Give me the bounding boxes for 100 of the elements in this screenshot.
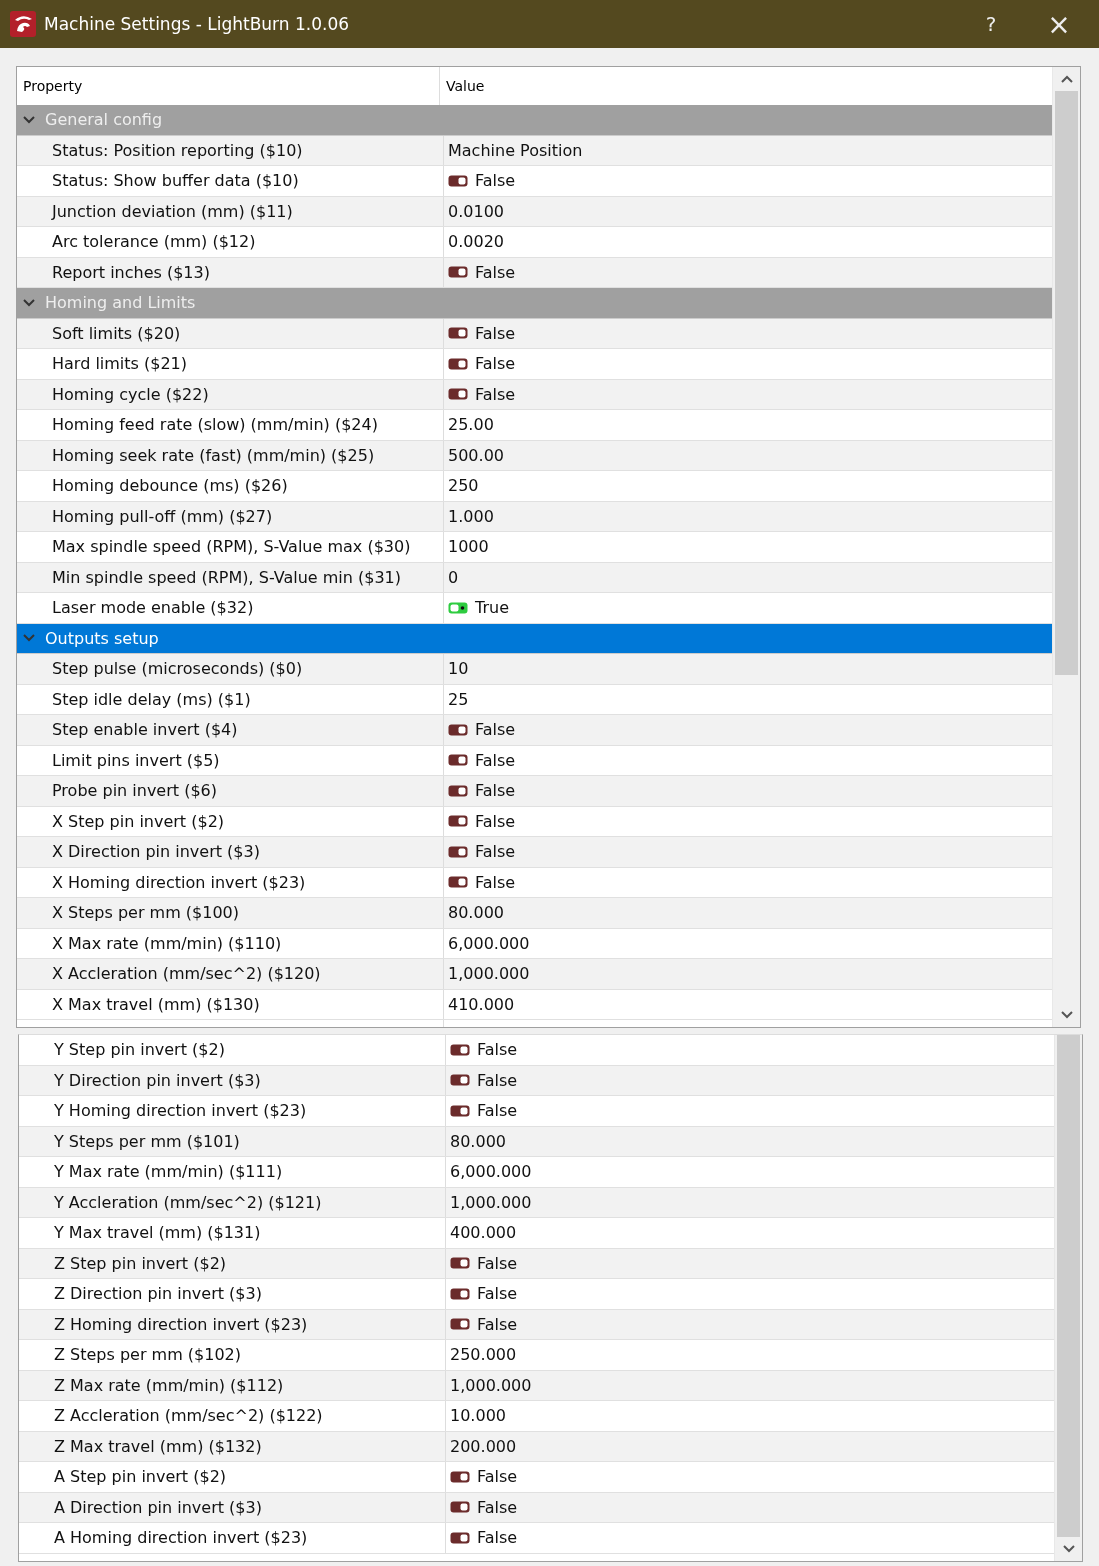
value-text: 200.000 (450, 1436, 517, 1456)
toggle-icon[interactable] (448, 784, 468, 797)
property-name: Laser mode enable ($32) (17, 593, 444, 623)
value-text: 6,000.000 (450, 1162, 532, 1182)
value-text: False (477, 1528, 518, 1548)
property-name: Homing cycle ($22) (17, 379, 444, 409)
value-text: 1,000.000 (450, 1192, 532, 1212)
scroll-down-icon[interactable] (1060, 1011, 1073, 1019)
toggle-icon[interactable] (448, 876, 468, 889)
property-name: Status: Position reporting ($10) (17, 135, 444, 165)
property-name: Y Max rate (mm/min) ($111) (19, 1157, 446, 1187)
value-text: 1,000.000 (448, 964, 530, 984)
property-name: A Step pin invert ($2) (19, 1462, 446, 1492)
property-name: X Max travel (mm) ($130) (17, 989, 444, 1019)
chevron-icon[interactable] (23, 113, 35, 126)
property-name: X Step pin invert ($2) (17, 806, 444, 836)
scrollbar[interactable] (1054, 1035, 1082, 1561)
category-row[interactable]: Outputs setup (17, 623, 1052, 654)
value-text: 1000 (448, 537, 489, 557)
value-text: False (475, 354, 516, 374)
chevron-icon[interactable] (23, 296, 35, 309)
property-name: Soft limits ($20) (17, 318, 444, 348)
scroll-down-icon[interactable] (1062, 1545, 1075, 1553)
toggle-icon[interactable] (448, 845, 468, 858)
toggle-icon[interactable] (450, 1043, 470, 1056)
property-name: Step pulse (microseconds) ($0) (17, 654, 444, 684)
toggle-icon[interactable] (448, 266, 468, 279)
app-logo-icon (10, 11, 36, 37)
property-name: X Homing direction invert ($23) (17, 867, 444, 897)
value-text: False (475, 750, 516, 770)
scrollbar[interactable] (1052, 67, 1080, 1027)
toggle-icon[interactable] (450, 1287, 470, 1300)
property-name: Z Max travel (mm) ($132) (19, 1431, 446, 1461)
property-name: Z Accleration (mm/sec^2) ($122) (19, 1401, 446, 1431)
property-name: Homing debounce (ms) ($26) (17, 471, 444, 501)
value-text: False (477, 1467, 518, 1487)
value-text: False (475, 262, 516, 282)
property-name: X Direction pin invert ($3) (17, 837, 444, 867)
value-text: False (475, 842, 516, 862)
toggle-icon[interactable] (450, 1074, 470, 1087)
toggle-icon[interactable] (450, 1531, 470, 1544)
value-text: False (477, 1497, 518, 1517)
value-text: 1.000 (448, 506, 494, 526)
property-name: Z Direction pin invert ($3) (19, 1279, 446, 1309)
property-name: Homing feed rate (slow) (mm/min) ($24) (17, 410, 444, 440)
value-text: False (475, 171, 516, 191)
property-name: Z Homing direction invert ($23) (19, 1309, 446, 1339)
value-text: 410.000 (448, 994, 515, 1014)
value-text: 250 (448, 476, 479, 496)
property-name: A Homing direction invert ($23) (19, 1523, 446, 1553)
category-label: General config (45, 110, 163, 130)
scroll-up-icon[interactable] (1060, 75, 1073, 83)
toggle-icon[interactable] (448, 723, 468, 736)
property-name: X Accleration (mm/sec^2) ($120) (17, 959, 444, 989)
property-name: Step idle delay (ms) ($1) (17, 684, 444, 714)
value-text: 0.0100 (448, 201, 504, 221)
property-name: X Max rate (mm/min) ($110) (17, 928, 444, 958)
toggle-icon[interactable] (450, 1501, 470, 1514)
toggle-icon[interactable] (448, 754, 468, 767)
toggle-icon[interactable] (448, 601, 468, 614)
help-button[interactable]: ? (961, 11, 1021, 37)
property-name: X Steps per mm ($100) (17, 898, 444, 928)
property-name: Arc tolerance (mm) ($12) (17, 227, 444, 257)
toggle-icon[interactable] (450, 1257, 470, 1270)
property-name: Status: Show buffer data ($10) (17, 166, 444, 196)
column-header[interactable]: Value (440, 67, 1052, 105)
value-text: 80.000 (448, 903, 504, 923)
property-name: Junction deviation (mm) ($11) (17, 196, 444, 226)
toggle-icon[interactable] (450, 1104, 470, 1117)
property-name: Y Homing direction invert ($23) (19, 1096, 446, 1126)
property-name: Y Steps per mm ($101) (19, 1126, 446, 1156)
value-text: False (477, 1040, 518, 1060)
close-button[interactable]: × (1029, 6, 1089, 42)
property-name: A Direction pin invert ($3) (19, 1492, 446, 1522)
value-text: 250.000 (450, 1345, 517, 1365)
value-text: 400.000 (450, 1223, 517, 1243)
toggle-icon[interactable] (448, 388, 468, 401)
toggle-icon[interactable] (450, 1318, 470, 1331)
toggle-icon[interactable] (448, 815, 468, 828)
toggle-icon[interactable] (450, 1470, 470, 1483)
toggle-icon[interactable] (448, 174, 468, 187)
value-text: 0 (448, 567, 459, 587)
value-text: False (477, 1284, 518, 1304)
property-name: Z Step pin invert ($2) (19, 1248, 446, 1278)
value-text: 1,000.000 (450, 1375, 532, 1395)
property-name: Y Accleration (mm/sec^2) ($121) (19, 1187, 446, 1217)
value-text: 10 (448, 659, 469, 679)
property-name: Y Max travel (mm) ($131) (19, 1218, 446, 1248)
value-text: False (475, 781, 516, 801)
value-text: False (475, 384, 516, 404)
toggle-icon[interactable] (448, 327, 468, 340)
toggle-icon[interactable] (448, 357, 468, 370)
value-text: False (477, 1101, 518, 1121)
category-label: Homing and Limits (45, 293, 196, 313)
property-name: Probe pin invert ($6) (17, 776, 444, 806)
property-name: Y Direction pin invert ($3) (19, 1065, 446, 1095)
value-text: True (475, 598, 509, 618)
value-text: False (475, 323, 516, 343)
value-text: False (477, 1314, 518, 1334)
property-name: Report inches ($13) (17, 257, 444, 287)
